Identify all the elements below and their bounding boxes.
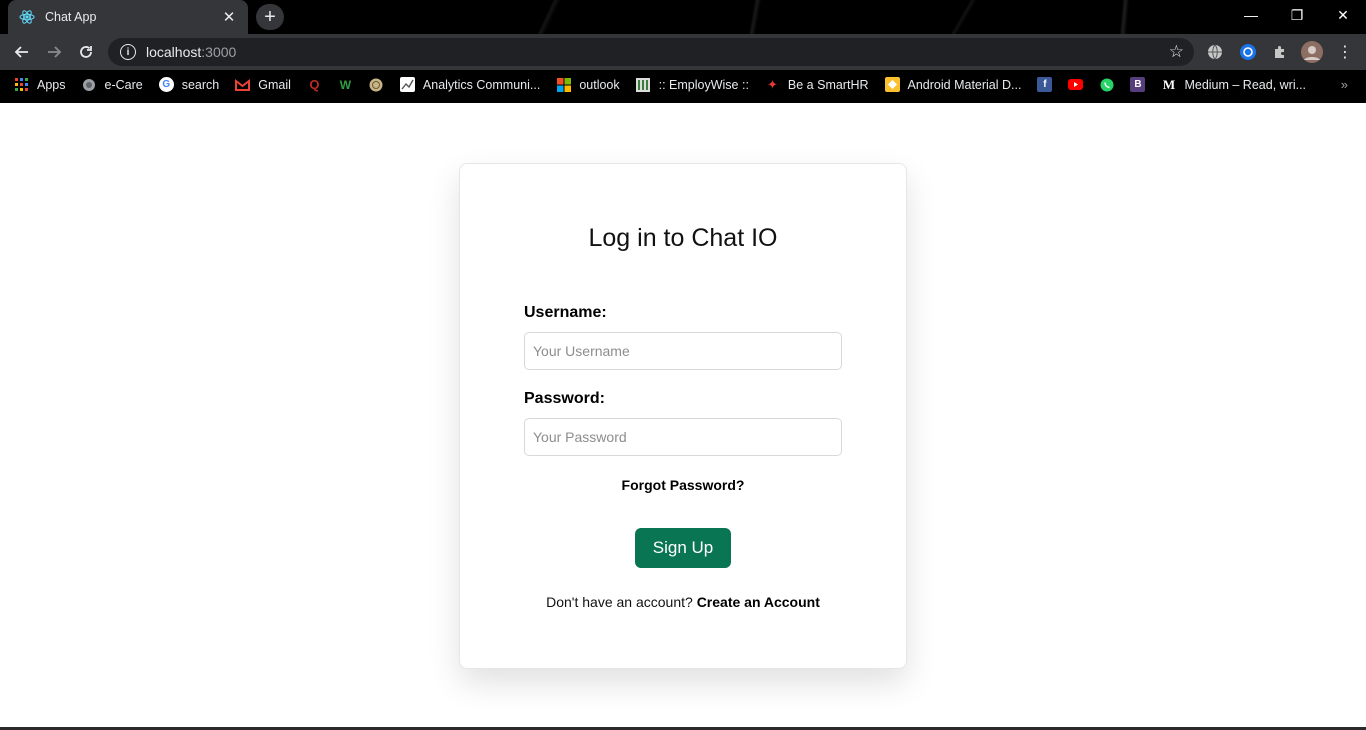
bookmark-analytics[interactable]: Analytics Communi... xyxy=(399,77,541,92)
apps-grid-icon xyxy=(14,77,29,92)
address-bar[interactable]: i localhost:3000 ☆ xyxy=(108,38,1194,66)
create-account-link[interactable]: Create an Account xyxy=(697,594,820,610)
gmail-icon xyxy=(235,77,251,92)
bookmark-label: Android Material D... xyxy=(907,77,1022,92)
w-icon: W xyxy=(339,77,352,92)
tab-title: Chat App xyxy=(45,10,97,24)
bookmark-quora[interactable]: Q xyxy=(307,77,322,92)
seal-icon xyxy=(369,77,384,92)
bookmark-w[interactable]: W xyxy=(338,77,353,92)
react-logo-icon xyxy=(18,8,36,26)
bookmark-ecare[interactable]: e-Care xyxy=(82,77,143,92)
username-label: Username: xyxy=(524,304,607,321)
password-label: Password: xyxy=(524,390,605,407)
login-card: Log in to Chat IO Username: Password: Fo… xyxy=(459,163,907,669)
globe-extension-icon[interactable] xyxy=(1204,41,1226,63)
profile-avatar[interactable] xyxy=(1301,41,1323,63)
bookmark-label: Gmail xyxy=(258,77,291,92)
forgot-password-link[interactable]: Forgot Password? xyxy=(460,477,906,493)
site-info-icon[interactable]: i xyxy=(120,44,136,60)
bookmark-label: Apps xyxy=(37,77,66,92)
employwise-icon xyxy=(636,77,651,92)
bookmark-whatsapp[interactable] xyxy=(1099,77,1114,92)
globe-icon xyxy=(82,77,97,92)
bookmark-label: e-Care xyxy=(104,77,143,92)
bookmark-star-icon[interactable]: ☆ xyxy=(1169,42,1184,62)
bookmarks-overflow-icon[interactable]: » xyxy=(1341,77,1348,92)
no-account-text: Don't have an account? xyxy=(546,594,697,610)
bookmark-android-material[interactable]: Android Material D... xyxy=(884,77,1022,92)
back-arrow-icon[interactable] xyxy=(6,36,38,68)
bookmark-facebook[interactable]: f xyxy=(1037,77,1053,92)
restore-window-button[interactable]: ❐ xyxy=(1274,0,1320,30)
bookmark-youtube[interactable] xyxy=(1068,77,1084,92)
bookmark-label: search xyxy=(181,77,220,92)
whatsapp-icon xyxy=(1099,77,1114,92)
bookmark-label: Medium – Read, wri... xyxy=(1184,77,1307,92)
bookmark-label: Be a SmartHR xyxy=(787,77,869,92)
bootstrap-icon: B xyxy=(1130,77,1146,92)
address-url: localhost:3000 xyxy=(146,44,237,60)
blue-extension-icon[interactable] xyxy=(1237,41,1259,63)
bookmark-apps[interactable]: Apps xyxy=(14,77,66,92)
bookmark-label: Analytics Communi... xyxy=(422,77,541,92)
login-title: Log in to Chat IO xyxy=(588,224,778,252)
forward-arrow-icon[interactable] xyxy=(38,36,70,68)
create-account-row: Don't have an account? Create an Account xyxy=(460,594,906,610)
smarthr-icon: ✦ xyxy=(766,76,778,92)
facebook-icon: f xyxy=(1037,77,1053,92)
tab-close-icon[interactable]: ✕ xyxy=(220,8,238,26)
analytics-icon xyxy=(399,77,415,92)
google-icon: G xyxy=(158,77,174,92)
bookmark-outlook[interactable]: outlook xyxy=(556,77,620,92)
minimize-window-button[interactable]: — xyxy=(1228,0,1274,30)
browser-tabstrip: Chat App ✕ + — ❐ ✕ xyxy=(0,0,1366,34)
browser-toolbar: i localhost:3000 ☆ ⋮ xyxy=(0,34,1366,70)
youtube-icon xyxy=(1068,77,1084,92)
bookmark-smarthr[interactable]: ✦ Be a SmartHR xyxy=(765,77,869,92)
android-material-icon xyxy=(884,77,900,92)
password-input[interactable] xyxy=(524,418,842,456)
new-tab-button[interactable]: + xyxy=(256,4,284,30)
bookmark-label: outlook xyxy=(579,77,620,92)
browser-tab-active[interactable]: Chat App ✕ xyxy=(8,0,248,34)
reload-icon[interactable] xyxy=(70,36,102,68)
browser-menu-icon[interactable]: ⋮ xyxy=(1334,41,1356,63)
bookmark-bootstrap[interactable]: B xyxy=(1130,77,1146,92)
bookmark-employwise[interactable]: :: EmployWise :: xyxy=(636,77,749,92)
medium-icon: M xyxy=(1162,76,1176,92)
bookmark-gmail[interactable]: Gmail xyxy=(235,77,291,92)
microsoft-icon xyxy=(556,77,571,92)
bookmark-label: :: EmployWise :: xyxy=(658,77,749,92)
quora-icon: Q xyxy=(309,77,320,92)
extensions-puzzle-icon[interactable] xyxy=(1269,41,1291,63)
chrome-divider xyxy=(0,99,1366,103)
bookmark-seal[interactable] xyxy=(369,77,384,92)
bookmark-medium[interactable]: M Medium – Read, wri... xyxy=(1161,77,1306,92)
username-input[interactable] xyxy=(524,332,842,370)
close-window-button[interactable]: ✕ xyxy=(1320,0,1366,30)
bookmark-search[interactable]: G search xyxy=(158,77,220,92)
sign-up-button[interactable]: Sign Up xyxy=(635,528,731,568)
bookmarks-bar: Apps e-Care G search Gmail Q W Analytics… xyxy=(0,70,1366,99)
